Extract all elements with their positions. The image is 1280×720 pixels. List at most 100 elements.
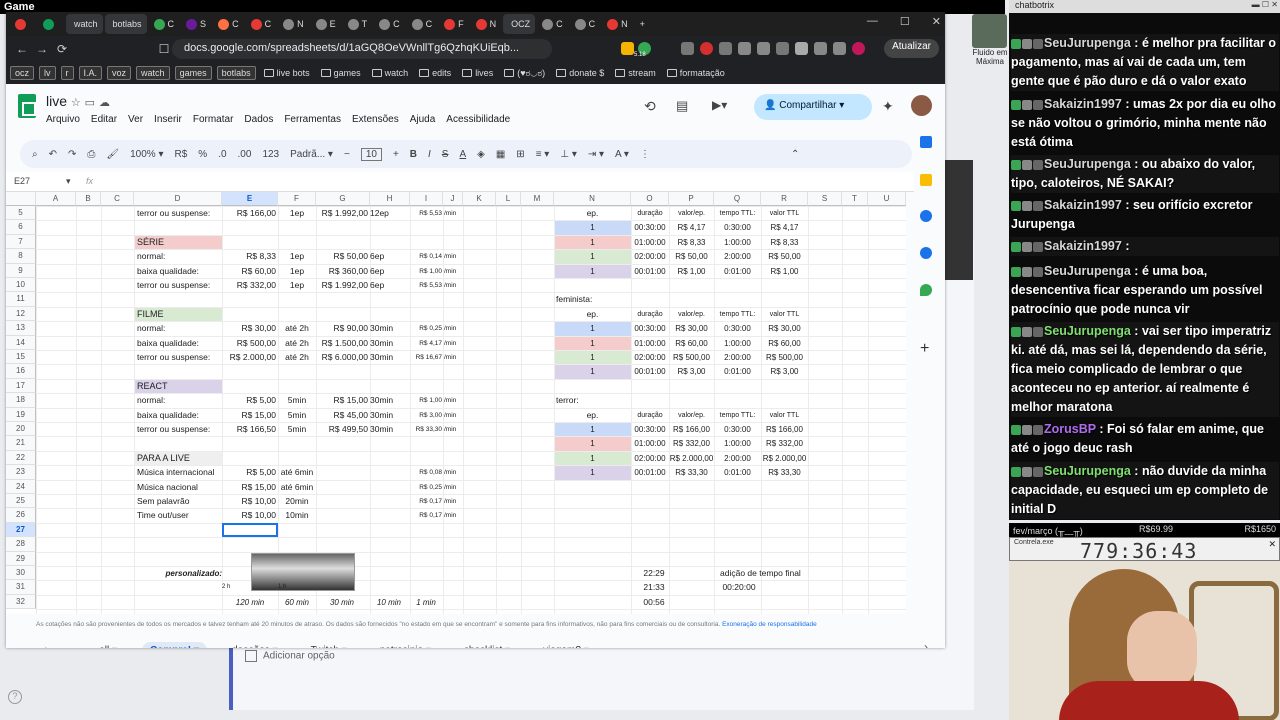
sheet-cell[interactable]: terror ou suspense: xyxy=(137,207,222,220)
sheet-tab[interactable]: patrocinio ▾ xyxy=(372,642,439,649)
chevron-down-icon[interactable]: ▾ xyxy=(581,645,589,649)
sheet-cell[interactable]: valor TTL xyxy=(761,308,808,321)
sheet-cell[interactable]: 1 xyxy=(554,265,631,278)
sheet-cell[interactable]: até 2h xyxy=(278,351,316,364)
column-header[interactable]: C xyxy=(101,192,134,206)
currency-button[interactable]: R$ xyxy=(174,149,187,160)
sheet-cell[interactable]: R$ 2.000,00 xyxy=(222,351,276,364)
row-header[interactable]: 18 xyxy=(6,393,36,408)
sheet-cell[interactable]: R$ 4,17 xyxy=(761,221,808,234)
sheet-cell[interactable]: /min xyxy=(444,409,462,422)
new-tab-icon[interactable]: + xyxy=(635,14,661,34)
calendar-icon[interactable] xyxy=(920,136,932,148)
row-header[interactable]: 21 xyxy=(6,436,36,451)
paint-format-icon[interactable]: 🖌 xyxy=(106,149,119,160)
sheet-cell[interactable]: R$ 360,00 xyxy=(316,265,368,278)
extension-icon[interactable] xyxy=(738,42,751,55)
add-sheet-icon[interactable]: + xyxy=(42,643,50,649)
sheet-cell[interactable]: tempo TTL: xyxy=(714,409,761,422)
menu-item[interactable]: Arquivo xyxy=(46,114,80,125)
sheet-cell[interactable]: Time out/user xyxy=(137,509,222,522)
sheet-cell[interactable]: 1 xyxy=(554,221,631,234)
row-header[interactable]: 8 xyxy=(6,249,36,264)
column-header[interactable]: D xyxy=(134,192,222,206)
sheet-cell[interactable]: feminista: xyxy=(556,293,636,306)
sheet-cell[interactable]: R$ 1,00 xyxy=(410,265,442,278)
text-color-icon[interactable]: A xyxy=(459,149,466,160)
browser-tab[interactable]: S xyxy=(181,14,211,34)
sheet-cell[interactable]: até 6min xyxy=(278,481,316,494)
sheet-cell[interactable]: 30min xyxy=(370,394,408,407)
decrease-decimal-icon[interactable]: .0 xyxy=(218,149,226,160)
sheet-cell[interactable]: Música nacional xyxy=(137,481,222,494)
chevron-down-icon[interactable]: ▾ xyxy=(66,176,71,187)
percent-button[interactable]: % xyxy=(198,149,207,160)
row-header[interactable]: 7 xyxy=(6,234,36,250)
sheet-cell[interactable]: 1 h xyxy=(278,581,298,594)
row-header[interactable]: 31 xyxy=(6,580,36,595)
italic-icon[interactable]: I xyxy=(428,149,431,160)
add-option-item[interactable]: Adicionar opção xyxy=(245,650,335,662)
meet-icon[interactable]: ▶▾ xyxy=(712,98,727,112)
wrap-icon[interactable]: ⇥ ▾ xyxy=(588,149,604,160)
extension-icon[interactable] xyxy=(776,42,789,55)
sheet-tab[interactable]: all ▾ xyxy=(91,642,125,649)
sheet-cell[interactable]: 02:00:00 xyxy=(631,250,669,263)
sheet-cell[interactable]: R$ 50,00 xyxy=(316,250,369,263)
browser-tab[interactable]: botlabs xyxy=(104,14,147,34)
borders-icon[interactable]: ▦ xyxy=(496,149,505,160)
sheet-cell[interactable]: R$ 5,53 xyxy=(410,207,442,220)
sheet-cell[interactable]: 1 xyxy=(554,423,631,436)
sheet-cell[interactable]: R$ 500,00 xyxy=(669,351,714,364)
sheet-cell[interactable]: 5min xyxy=(278,423,316,436)
sheet-cell[interactable]: R$ 8,33 xyxy=(222,250,276,263)
sheet-cell[interactable]: 2:00:00 xyxy=(714,351,761,364)
search-icon[interactable]: ⌕ xyxy=(32,149,38,160)
sheet-cell[interactable]: 00:56 xyxy=(631,596,677,609)
sheet-cell[interactable]: R$ 8,33 xyxy=(669,236,714,249)
row-header[interactable]: 28 xyxy=(6,537,36,552)
more-icon[interactable]: ⋮ xyxy=(640,149,650,160)
row-header[interactable]: 27 xyxy=(6,522,36,538)
sheet-cell[interactable]: normal: xyxy=(137,394,222,407)
column-header[interactable]: O xyxy=(631,192,669,206)
browser-tab[interactable]: N xyxy=(471,14,502,34)
chat-username[interactable]: SeuJurupenga xyxy=(1044,157,1131,171)
row-header[interactable]: 17 xyxy=(6,378,36,394)
sheet-cell[interactable]: tempo TTL: xyxy=(714,308,761,321)
sheet-cell[interactable]: 60 min xyxy=(278,596,316,609)
sheet-cell[interactable]: R$ 1.500,00 xyxy=(316,337,368,350)
sheet-cell[interactable]: R$ 60,00 xyxy=(761,337,808,350)
sheet-tab[interactable]: checklist ▾ xyxy=(456,642,518,649)
extension-icon[interactable] xyxy=(700,42,713,55)
sheet-cell[interactable]: R$ 500,00 xyxy=(222,337,276,350)
sheet-cell[interactable]: 02:00:00 xyxy=(631,351,669,364)
bold-icon[interactable]: B xyxy=(410,149,417,160)
bookmark-item[interactable]: edits xyxy=(416,67,454,79)
column-header[interactable]: B xyxy=(76,192,101,206)
sheet-cell[interactable]: 0:30:00 xyxy=(714,221,761,234)
sheet-tab[interactable]: Compre! ▾ xyxy=(142,641,207,648)
extension-icon[interactable] xyxy=(621,42,634,55)
sheet-cell[interactable]: 6ep xyxy=(370,250,408,263)
row-header[interactable]: 22 xyxy=(6,450,36,466)
menu-item[interactable]: Dados xyxy=(244,114,273,125)
row-header[interactable]: 26 xyxy=(6,508,36,523)
sheet-cell[interactable]: 120 min xyxy=(222,596,278,609)
sheet-cell[interactable]: 10 min xyxy=(370,596,408,609)
minimize-icon[interactable]: — xyxy=(867,15,878,28)
menu-item[interactable]: Editar xyxy=(91,114,117,125)
sheet-cell[interactable]: 1 xyxy=(554,437,631,450)
column-header[interactable]: R xyxy=(761,192,808,206)
sheet-tab[interactable]: doações ▾ xyxy=(224,642,286,649)
sheet-cell[interactable]: R$ 3,00 xyxy=(669,365,714,378)
sheet-cell[interactable]: valor/ep. xyxy=(669,207,714,220)
undo-icon[interactable]: ↶ xyxy=(49,149,57,160)
sheet-cell[interactable]: /min xyxy=(444,423,462,436)
sheet-cell[interactable]: tempo TTL: xyxy=(714,207,761,220)
sheet-cell[interactable]: R$ 33,30 xyxy=(669,466,714,479)
sheet-cell[interactable]: R$ 0,17 xyxy=(410,495,442,508)
update-button[interactable]: Atualizar xyxy=(884,39,939,58)
row-header[interactable]: 9 xyxy=(6,263,36,278)
sheet-cell[interactable]: 1 xyxy=(554,337,631,350)
